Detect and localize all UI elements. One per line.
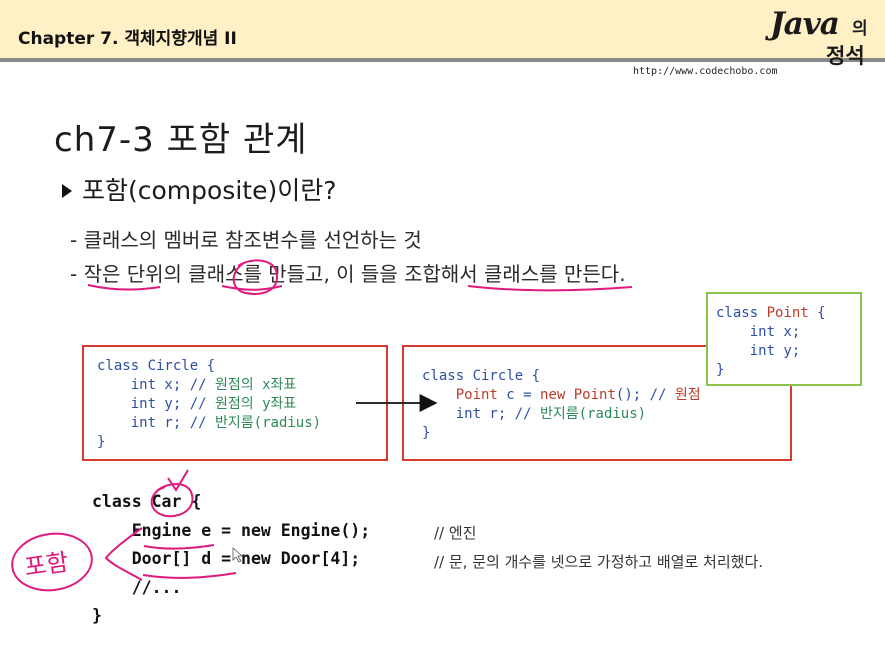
- code-ctor: Point: [565, 387, 616, 403]
- code-box-before: class Circle { int x; // 원점의 x좌표 int y; …: [82, 345, 388, 461]
- code-line: class Car {: [92, 492, 202, 511]
- chapter-title: Chapter 7. 객체지향개념 II: [18, 29, 237, 49]
- car-class-code: class Car { Engine e = new Engine(); Doo…: [92, 488, 370, 631]
- code-text: {: [808, 305, 826, 321]
- logo-jeongseok: 정석: [826, 44, 865, 68]
- logo-java: Java: [770, 6, 840, 42]
- code-box-point: class Point { int x; int y;}: [706, 292, 862, 386]
- code-comment: 원점의 x좌표: [215, 377, 297, 393]
- point-1: - 클래스의 멤버로 참조변수를 선언하는 것: [70, 228, 422, 252]
- code-text: }: [422, 425, 431, 441]
- code-text: int r; //: [97, 415, 216, 431]
- code-line: int y; // 원점의 y좌표: [97, 395, 386, 414]
- code-text: }: [97, 434, 106, 450]
- code-line: int x; // 원점의 x좌표: [97, 376, 386, 395]
- code-type: Point: [455, 387, 498, 403]
- code-text: int x; //: [97, 377, 216, 393]
- code-line: Engine e = new Engine();: [92, 520, 371, 540]
- code-text: c =: [497, 387, 541, 403]
- code-line: int y;: [716, 342, 860, 361]
- check-ink: [167, 469, 189, 492]
- code-text: int x;: [716, 324, 801, 340]
- bullet-arrow-icon: [62, 184, 72, 198]
- code-new: new: [540, 387, 566, 403]
- code-text: int r; //: [422, 406, 541, 422]
- logo-ui: 의: [852, 19, 868, 39]
- code-text: class Circle {: [97, 358, 216, 374]
- code-comment: 원점의 y좌표: [215, 396, 297, 412]
- comment-engine: // 엔진: [434, 524, 477, 542]
- code-text: int y; //: [97, 396, 216, 412]
- slide-question: 포함(composite)이란?: [82, 176, 337, 205]
- code-line: }: [92, 606, 102, 625]
- code-text: class: [716, 305, 767, 321]
- code-line: }: [97, 433, 386, 452]
- code-line: }: [422, 424, 790, 443]
- code-comment: 반지름(radius): [540, 406, 647, 422]
- slide-title: ch7-3 포함 관계: [54, 120, 308, 160]
- header-divider: [0, 58, 885, 62]
- code-line: }: [716, 361, 860, 380]
- code-line: class Point {: [716, 304, 860, 323]
- code-line: int r; // 반지름(radius): [97, 414, 386, 433]
- comment-door: // 문, 문의 개수를 넷으로 가정하고 배열로 처리했다.: [434, 553, 764, 571]
- code-line: //...: [92, 577, 182, 597]
- code-text: int y;: [716, 343, 801, 359]
- circle-ink: [11, 532, 93, 592]
- code-text: (); //: [615, 387, 675, 403]
- code-text: class Circle {: [422, 368, 541, 384]
- code-line: int x;: [716, 323, 860, 342]
- code-line: Point c = new Point(); // 원점: [422, 386, 790, 405]
- handwriting-note: 포함: [23, 548, 71, 582]
- point-2: - 작은 단위의 클래스를 만들고, 이 들을 조합해서 클래스를 만든다.: [70, 262, 626, 286]
- code-comment: 반지름(radius): [215, 415, 322, 431]
- code-text: }: [716, 362, 725, 378]
- site-url: http://www.codechobo.com: [633, 66, 778, 77]
- code-comment: 원점: [674, 387, 701, 403]
- code-line: Door[] d = new Door[4];: [92, 549, 361, 568]
- code-line: class Circle {: [97, 357, 386, 376]
- code-type: Point: [766, 305, 809, 321]
- code-line: int r; // 반지름(radius): [422, 405, 790, 424]
